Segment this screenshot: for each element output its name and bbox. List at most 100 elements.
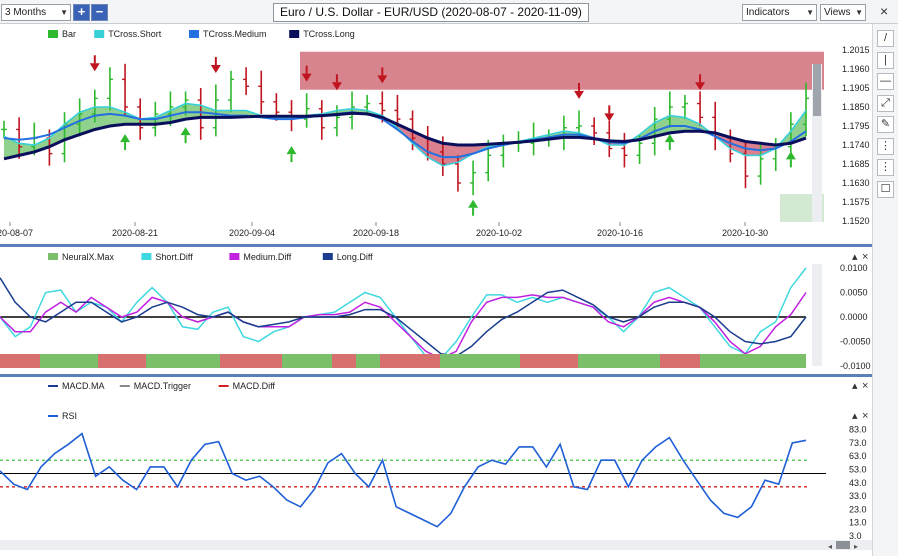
neuralx-strip-segment	[440, 354, 520, 368]
scrollbar-thumb	[836, 541, 850, 549]
rsi-tick-label: 83.0	[849, 425, 867, 435]
rsi-tick-label: 43.0	[849, 478, 867, 488]
zoom-out-button[interactable]: −	[91, 4, 108, 21]
macd-panel: MACD.MA MACD.Trigger MACD.Diff ▴ ×	[48, 380, 868, 392]
rsi-panel: RSI ▴ × 83.0 73.0 63.0 53.0 43.0 33.0 23.0 13.0 3.0…	[0, 410, 872, 551]
legend-label: MACD.Diff	[233, 381, 276, 391]
neural-tick-label: 0.0050	[840, 288, 868, 298]
drawing-tool-7[interactable]: ⋮	[877, 159, 894, 176]
legend-swatch	[229, 253, 240, 260]
scroll-left-icon: ◂	[828, 542, 832, 551]
legend-label: Medium.Diff	[243, 252, 291, 262]
close-icon[interactable]: ×	[880, 3, 888, 19]
neuralx-strip-segment	[356, 354, 380, 368]
neural-tick-label: 0.0100	[840, 263, 868, 273]
zoom-in-button[interactable]: +	[73, 4, 90, 21]
price-tick-label: 1.1630	[842, 178, 870, 188]
chevron-down-icon: ▼	[806, 8, 814, 17]
legend-swatch	[48, 253, 58, 260]
chevron-down-icon: ▼	[60, 8, 68, 17]
period-select-label: 3 Months	[5, 7, 47, 18]
drawing-tool-4[interactable]: ⤢	[877, 94, 894, 112]
legend-label: TCross.Medium	[203, 29, 267, 39]
price-tick-label: 1.1575	[842, 197, 870, 207]
drawing-tool-6[interactable]: ⋮	[877, 137, 894, 155]
neuralx-strip-segment	[660, 354, 700, 368]
close-icon: ×	[862, 251, 868, 263]
neuralx-strip-segment	[700, 354, 806, 368]
date-tick-label: 2020-09-04	[229, 228, 275, 238]
views-dropdown[interactable]: Views ▼	[820, 4, 866, 21]
rsi-tick-label: 53.0	[849, 465, 867, 475]
neuralx-strip-segment	[578, 354, 660, 368]
neuralx-strip-segment	[40, 354, 98, 368]
drawing-tool-8[interactable]: ☐	[877, 180, 894, 198]
legend-swatch	[94, 30, 105, 38]
date-tick-label: 2020-10-30	[722, 228, 768, 238]
rsi-tick-label: 13.0	[849, 518, 867, 528]
neural-tick-label: 0.0000	[840, 312, 868, 322]
neuralx-strip-segment	[0, 354, 40, 368]
legend-swatch	[48, 30, 58, 38]
neuralx-strip-segment	[380, 354, 440, 368]
legend-swatch	[189, 30, 199, 38]
price-tick-label: 1.1795	[842, 121, 870, 131]
neuralx-strip-segment	[146, 354, 220, 368]
chart-canvas[interactable]: 1.2015 1.1960 1.1905 1.1850 1.1795 1.1740 1.16…	[0, 24, 872, 556]
drawing-tool-5[interactable]: ✎	[877, 116, 894, 133]
legend-label: Bar	[62, 29, 76, 39]
horizontal-scrollbar	[0, 540, 872, 550]
rsi-tick-label: 23.0	[849, 504, 867, 514]
drawing-tool-1[interactable]: /	[877, 30, 894, 47]
price-tick-label: 1.1905	[842, 83, 870, 93]
scroll-right-icon: ▸	[854, 542, 858, 551]
resistance-zone	[300, 51, 824, 90]
drawing-tools-panel: / | — ⤢ ✎ ⋮ ⋮ ☐	[872, 24, 898, 556]
date-tick-label: 2020-10-16	[597, 228, 643, 238]
close-icon: ×	[862, 410, 868, 422]
legend-label: RSI	[62, 411, 77, 421]
neuralx-strip-segment	[98, 354, 146, 368]
top-toolbar: 3 Months ▼ + − Euro / U.S. Dollar - EUR/…	[0, 0, 898, 24]
rsi-line	[0, 432, 807, 528]
price-tick-label: 1.1960	[842, 64, 870, 74]
neural-tick-label: -0.0050	[840, 337, 871, 347]
neuralx-strip-segment	[220, 354, 282, 368]
price-tick-label: 1.2015	[842, 45, 870, 55]
date-tick-label: 2020-10-02	[476, 228, 522, 238]
close-icon: ×	[862, 380, 868, 392]
legend-swatch	[322, 253, 333, 260]
price-tick-label: 1.1850	[842, 102, 870, 112]
period-select[interactable]: 3 Months ▼	[1, 4, 71, 21]
price-tick-label: 1.1740	[842, 140, 870, 150]
legend-swatch	[141, 253, 152, 260]
collapse-icon: ▴	[852, 251, 858, 263]
neural-tick-label: -0.0100	[840, 361, 871, 371]
legend-label: Long.Diff	[337, 252, 373, 262]
neuralx-strip-segment	[520, 354, 578, 368]
neuralx-strip-segment	[332, 354, 356, 368]
legend-label: TCross.Long	[303, 29, 355, 39]
price-tick-label: 1.1685	[842, 159, 870, 169]
price-scrollbar-thumb	[813, 64, 821, 116]
legend-label: Short.Diff	[155, 252, 193, 262]
drawing-tool-3[interactable]: —	[877, 73, 894, 90]
collapse-icon: ▴	[852, 410, 858, 422]
neural-panel: NeuralX.Max Short.Diff Medium.Diff Long.Dif…	[0, 251, 872, 377]
legend-label: NeuralX.Max	[62, 252, 115, 262]
legend-label: MACD.Trigger	[134, 381, 191, 391]
legend-swatch	[289, 30, 300, 38]
neuralx-strip-segment	[282, 354, 332, 368]
neural-scrollbar	[812, 264, 822, 366]
rsi-tick-label: 33.0	[849, 491, 867, 501]
rsi-tick-label: 73.0	[849, 438, 867, 448]
price-panel: 1.2015 1.1960 1.1905 1.1850 1.1795 1.1740 1.16…	[0, 24, 872, 247]
legend-label: MACD.MA	[62, 381, 105, 391]
date-tick-label: 2020-08-21	[112, 228, 158, 238]
legend-label: TCross.Short	[108, 29, 162, 39]
chevron-down-icon: ▼	[855, 8, 863, 17]
drawing-tool-2[interactable]: |	[877, 51, 894, 69]
date-tick-label: 2020-08-07	[0, 228, 33, 238]
indicators-dropdown[interactable]: Indicators ▼	[742, 4, 817, 21]
short-diff-line	[0, 267, 807, 360]
